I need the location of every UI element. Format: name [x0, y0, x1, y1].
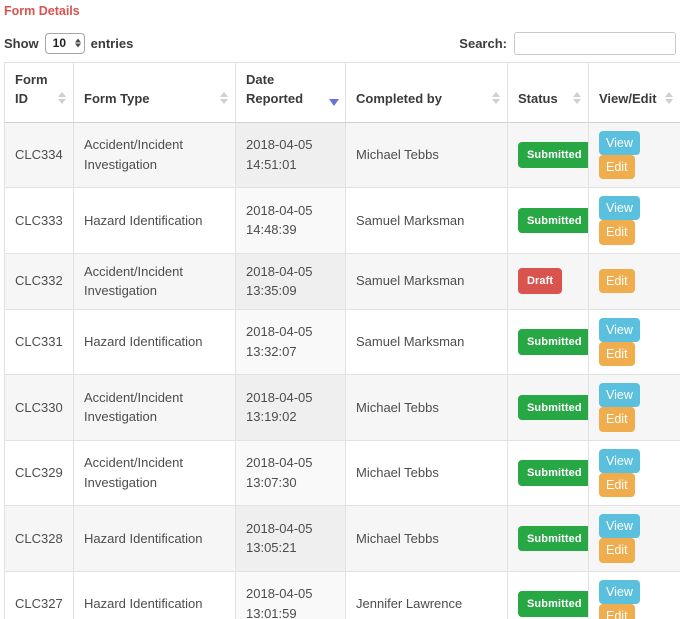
table-row: CLC327 Hazard Identification 2018-04-05 …: [5, 571, 680, 619]
edit-button[interactable]: Edit: [599, 220, 635, 244]
search-control: Search:: [459, 32, 676, 55]
page-title: Form Details: [4, 4, 678, 18]
table-row: CLC331 Hazard Identification 2018-04-05 …: [5, 309, 680, 375]
page-length-control: Show 10 entries: [4, 33, 133, 54]
cell-form-id: CLC331: [5, 309, 74, 375]
cell-form-type: Hazard Identification: [74, 506, 236, 572]
search-label: Search:: [459, 36, 507, 51]
forms-table: Form ID Form Type Date Reported Complete…: [4, 62, 680, 619]
column-header-form-type[interactable]: Form Type: [74, 63, 236, 123]
table-body: CLC334 Accident/Incident Investigation 2…: [5, 122, 680, 619]
table-row: CLC332 Accident/Incident Investigation 2…: [5, 253, 680, 309]
table-row: CLC328 Hazard Identification 2018-04-05 …: [5, 506, 680, 572]
edit-button[interactable]: Edit: [599, 538, 635, 562]
status-badge: Submitted: [518, 460, 589, 486]
cell-completed-by: Jennifer Lawrence: [346, 571, 508, 619]
cell-completed-by: Samuel Marksman: [346, 309, 508, 375]
view-button[interactable]: View: [599, 514, 640, 538]
table-controls: Show 10 entries Search:: [4, 31, 676, 55]
cell-date-reported: 2018-04-05 13:32:07: [236, 309, 346, 375]
edit-button[interactable]: Edit: [599, 473, 635, 497]
cell-form-id: CLC332: [5, 253, 74, 309]
table-row: CLC333 Hazard Identification 2018-04-05 …: [5, 188, 680, 254]
column-header-view-edit[interactable]: View/Edit: [589, 63, 680, 123]
table-row: CLC329 Accident/Incident Investigation 2…: [5, 440, 680, 506]
view-button[interactable]: View: [599, 196, 640, 220]
cell-form-id: CLC328: [5, 506, 74, 572]
view-button[interactable]: View: [599, 449, 640, 473]
sort-icon: [58, 92, 66, 104]
entries-label: entries: [91, 36, 134, 51]
cell-date-reported: 2018-04-05 13:07:30: [236, 440, 346, 506]
sort-icon: [665, 92, 673, 104]
view-button[interactable]: View: [599, 318, 640, 342]
view-button[interactable]: View: [599, 580, 640, 604]
status-badge: Submitted: [518, 395, 589, 421]
column-header-date-reported[interactable]: Date Reported: [236, 63, 346, 123]
cell-form-id: CLC334: [5, 122, 74, 188]
view-button[interactable]: View: [599, 383, 640, 407]
status-badge: Submitted: [518, 208, 589, 234]
edit-button[interactable]: Edit: [599, 155, 635, 179]
cell-form-id: CLC333: [5, 188, 74, 254]
view-button[interactable]: View: [599, 131, 640, 155]
sort-icon: [573, 92, 581, 104]
cell-completed-by: Michael Tebbs: [346, 122, 508, 188]
cell-form-type: Accident/Incident Investigation: [74, 375, 236, 441]
cell-date-reported: 2018-04-05 13:19:02: [236, 375, 346, 441]
page: Form Details Show 10 entries Search:: [0, 0, 680, 619]
edit-button[interactable]: Edit: [599, 342, 635, 366]
search-input[interactable]: [514, 32, 676, 55]
sort-icon: [220, 92, 228, 104]
status-badge: Submitted: [518, 142, 589, 168]
cell-date-reported: 2018-04-05 13:01:59: [236, 571, 346, 619]
cell-completed-by: Michael Tebbs: [346, 506, 508, 572]
table-header: Form ID Form Type Date Reported Complete…: [5, 63, 680, 123]
status-badge: Draft: [518, 268, 562, 294]
cell-form-id: CLC330: [5, 375, 74, 441]
cell-completed-by: Samuel Marksman: [346, 188, 508, 254]
column-header-form-id[interactable]: Form ID: [5, 63, 74, 123]
status-badge: Submitted: [518, 329, 589, 355]
cell-date-reported: 2018-04-05 13:35:09: [236, 253, 346, 309]
cell-completed-by: Michael Tebbs: [346, 375, 508, 441]
cell-form-type: Accident/Incident Investigation: [74, 122, 236, 188]
page-length-select[interactable]: 10: [45, 33, 85, 54]
column-header-completed-by[interactable]: Completed by: [346, 63, 508, 123]
cell-date-reported: 2018-04-05 14:51:01: [236, 122, 346, 188]
cell-date-reported: 2018-04-05 14:48:39: [236, 188, 346, 254]
header-row: Form ID Form Type Date Reported Complete…: [5, 63, 680, 123]
table-row: CLC334 Accident/Incident Investigation 2…: [5, 122, 680, 188]
status-badge: Submitted: [518, 526, 589, 552]
cell-completed-by: Samuel Marksman: [346, 253, 508, 309]
edit-button[interactable]: Edit: [599, 604, 635, 619]
edit-button[interactable]: Edit: [599, 269, 635, 293]
cell-form-id: CLC329: [5, 440, 74, 506]
cell-form-type: Accident/Incident Investigation: [74, 440, 236, 506]
edit-button[interactable]: Edit: [599, 407, 635, 431]
page-length-select-wrap: 10: [45, 33, 85, 54]
cell-form-type: Hazard Identification: [74, 188, 236, 254]
cell-form-type: Hazard Identification: [74, 309, 236, 375]
cell-completed-by: Michael Tebbs: [346, 440, 508, 506]
show-label: Show: [4, 36, 39, 51]
cell-date-reported: 2018-04-05 13:05:21: [236, 506, 346, 572]
table-row: CLC330 Accident/Incident Investigation 2…: [5, 375, 680, 441]
cell-form-type: Hazard Identification: [74, 571, 236, 619]
cell-form-id: CLC327: [5, 571, 74, 619]
status-badge: Submitted: [518, 591, 589, 617]
sort-desc-icon: [329, 99, 339, 106]
cell-form-type: Accident/Incident Investigation: [74, 253, 236, 309]
column-header-status[interactable]: Status: [508, 63, 589, 123]
sort-icon: [492, 92, 500, 104]
